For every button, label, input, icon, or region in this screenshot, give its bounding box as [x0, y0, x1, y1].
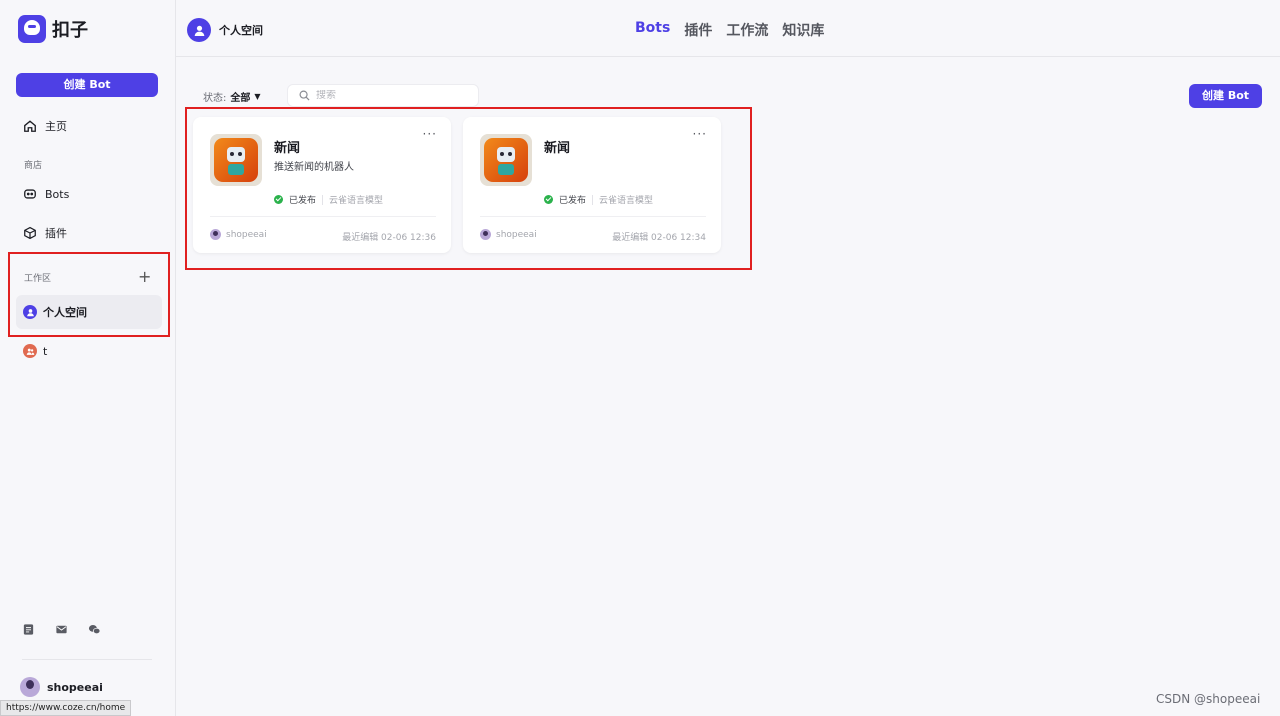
status-bar-url: https://www.coze.cn/home — [0, 700, 132, 716]
highlight-box-workspace — [8, 252, 170, 337]
filter-value: 全部 — [230, 93, 251, 104]
store-section-label: 商店 — [24, 161, 43, 171]
bot-icon — [24, 189, 36, 199]
tab-knowledge[interactable]: 知识库 — [782, 20, 824, 40]
mail-icon[interactable] — [55, 621, 68, 634]
tab-workflows[interactable]: 工作流 — [726, 20, 768, 40]
space-title-label: 个人空间 — [219, 24, 263, 37]
sidebar-item-label: Bots — [45, 187, 70, 201]
sidebar: 扣子 创建 Bot 主页 商店 Bots 插件 工作区 + 个人空间 t sho… — [0, 0, 176, 716]
search-input[interactable] — [316, 90, 466, 101]
create-bot-button-main[interactable]: 创建 Bot — [1189, 84, 1262, 108]
user-profile[interactable]: shopeeai — [20, 677, 103, 697]
tab-bar: Bots 插件 工作流 知识库 — [635, 20, 824, 40]
watermark: CSDN @shopeeai — [1156, 692, 1261, 706]
wechat-icon[interactable] — [88, 621, 101, 635]
workspace-item-team[interactable]: t — [16, 334, 162, 368]
document-icon[interactable] — [22, 621, 35, 635]
status-filter[interactable]: 状态: 全部 ▼ — [203, 89, 261, 104]
search-icon — [299, 90, 310, 101]
user-icon — [187, 18, 211, 42]
tab-plugins[interactable]: 插件 — [684, 20, 712, 40]
space-title[interactable]: 个人空间 — [187, 18, 263, 42]
highlight-box-bots — [185, 107, 752, 270]
sidebar-item-label: 主页 — [45, 120, 67, 133]
filter-label: 状态: — [203, 93, 227, 104]
sidebar-item-label: 插件 — [45, 227, 67, 240]
coze-logo-icon — [18, 15, 46, 43]
top-bar: 个人空间 Bots 插件 工作流 知识库 — [176, 0, 1280, 57]
sidebar-item-bots[interactable]: Bots — [16, 179, 162, 209]
sidebar-item-plugins[interactable]: 插件 — [16, 218, 162, 248]
footer-links — [22, 621, 101, 635]
app-name: 扣子 — [52, 20, 88, 41]
search-box[interactable] — [287, 84, 479, 107]
sidebar-item-home[interactable]: 主页 — [16, 111, 162, 141]
logo[interactable]: 扣子 — [18, 15, 88, 43]
cube-icon — [24, 226, 36, 240]
caret-down-icon: ▼ — [254, 92, 261, 101]
team-icon — [23, 344, 37, 358]
user-name: shopeeai — [47, 680, 103, 694]
home-icon — [24, 120, 36, 132]
create-bot-button[interactable]: 创建 Bot — [16, 73, 158, 97]
workspace-label: t — [43, 344, 48, 358]
avatar — [20, 677, 40, 697]
footer-divider — [22, 659, 152, 660]
tab-bots[interactable]: Bots — [635, 20, 670, 40]
